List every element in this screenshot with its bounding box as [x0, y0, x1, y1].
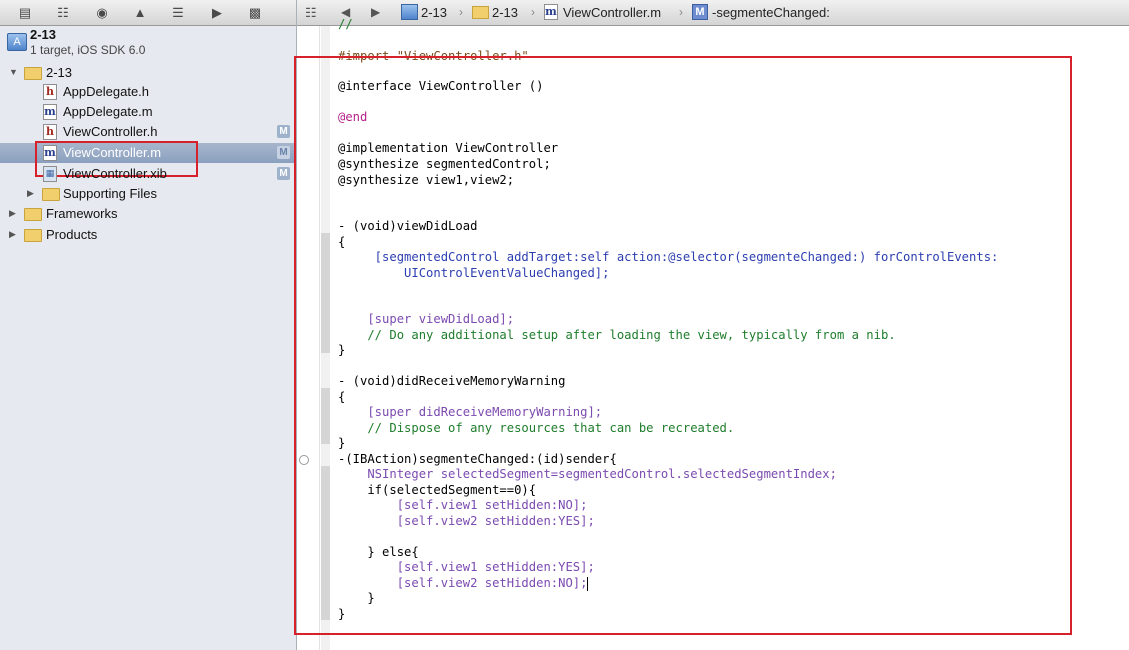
tree-item-label: Frameworks: [46, 206, 118, 221]
xcode-project-icon: A: [7, 33, 27, 51]
tree-item-label: AppDelegate.h: [63, 84, 150, 99]
code-line: //: [338, 17, 353, 31]
folder-icon: [42, 188, 60, 201]
tree-item-viewcontroller-xib[interactable]: ▦ ViewController.xib M: [0, 164, 296, 184]
tree-item-label: Products: [46, 227, 98, 242]
breadcrumb-method[interactable]: -segmenteChanged:: [712, 4, 830, 21]
breadcrumb-project[interactable]: 2-13: [421, 4, 447, 21]
tree-item-label: 2-13: [46, 65, 73, 80]
related-items-icon[interactable]: ☷: [305, 4, 317, 21]
forward-arrow-icon[interactable]: ▶: [371, 4, 380, 21]
modified-badge: M: [277, 146, 290, 159]
search-icon[interactable]: ◉: [93, 4, 111, 21]
modified-badge: M: [277, 125, 290, 138]
tree-item-label: ViewController.xib: [63, 166, 167, 181]
project-navigator: ▤ ☷ ◉ ▲ ☰ ▶ ▩ A 2-13 1 target, iOS SDK 6…: [0, 0, 297, 650]
breadcrumb-group[interactable]: 2-13: [492, 4, 518, 21]
project-title: 2-13: [30, 27, 57, 42]
tree-item-label: ViewController.h: [63, 124, 158, 139]
breadcrumb-file[interactable]: ViewController.m: [563, 4, 661, 21]
tree-item-supporting-files[interactable]: ▶ Supporting Files: [0, 184, 296, 204]
tree-item-group-2-13[interactable]: ▼ 2-13: [0, 63, 296, 83]
folder-icon: [24, 229, 42, 242]
tree-item-viewcontroller-h[interactable]: h ViewController.h M: [0, 122, 296, 142]
tree-item-appdelegate-m[interactable]: m AppDelegate.m: [0, 102, 296, 122]
disclosure-closed-icon[interactable]: ▶: [27, 188, 34, 199]
tree-item-label: AppDelegate.m: [63, 104, 153, 119]
tree-item-label: Supporting Files: [63, 186, 157, 201]
tree-item-appdelegate-h[interactable]: h AppDelegate.h: [0, 82, 296, 102]
breadcrumb-separator-icon: ›: [459, 5, 463, 19]
navigator-toolbar: ▤ ☷ ◉ ▲ ☰ ▶ ▩: [0, 0, 296, 26]
breadcrumb-separator-icon: ›: [531, 5, 535, 19]
hierarchy-icon[interactable]: ☷: [54, 4, 72, 21]
breakpoint-icon[interactable]: ▶: [208, 4, 226, 21]
jump-bar: ☷ ◀ ▶ 2-13 › 2-13 › m ViewController.m ›…: [297, 0, 1129, 26]
project-subtitle: 1 target, iOS SDK 6.0: [30, 43, 146, 57]
annotation-box: [294, 56, 1072, 635]
file-crumb-icon: m: [544, 4, 558, 20]
method-crumb-icon: M: [692, 4, 708, 20]
warning-icon[interactable]: ▲: [131, 4, 149, 21]
folder-icon[interactable]: ▤: [16, 4, 34, 21]
project-crumb-icon: [401, 4, 418, 20]
project-item[interactable]: A 2-13 1 target, iOS SDK 6.0: [0, 26, 296, 62]
disclosure-open-icon[interactable]: ▼: [9, 67, 18, 77]
header-file-icon: h: [43, 84, 57, 100]
disclosure-closed-icon[interactable]: ▶: [9, 229, 16, 240]
breadcrumb-separator-icon: ›: [679, 5, 683, 19]
tree-item-products[interactable]: ▶ Products: [0, 225, 296, 245]
log-icon[interactable]: ▩: [246, 4, 264, 21]
folder-icon: [24, 67, 42, 80]
tree-item-frameworks[interactable]: ▶ Frameworks: [0, 204, 296, 224]
test-icon[interactable]: ☰: [169, 4, 187, 21]
modified-badge: M: [277, 167, 290, 180]
group-crumb-icon: [472, 6, 489, 19]
folder-icon: [24, 208, 42, 221]
disclosure-closed-icon[interactable]: ▶: [9, 208, 16, 219]
header-file-icon: h: [43, 124, 57, 140]
interface-file-icon: ▦: [43, 166, 57, 182]
implementation-file-icon: m: [43, 104, 57, 120]
